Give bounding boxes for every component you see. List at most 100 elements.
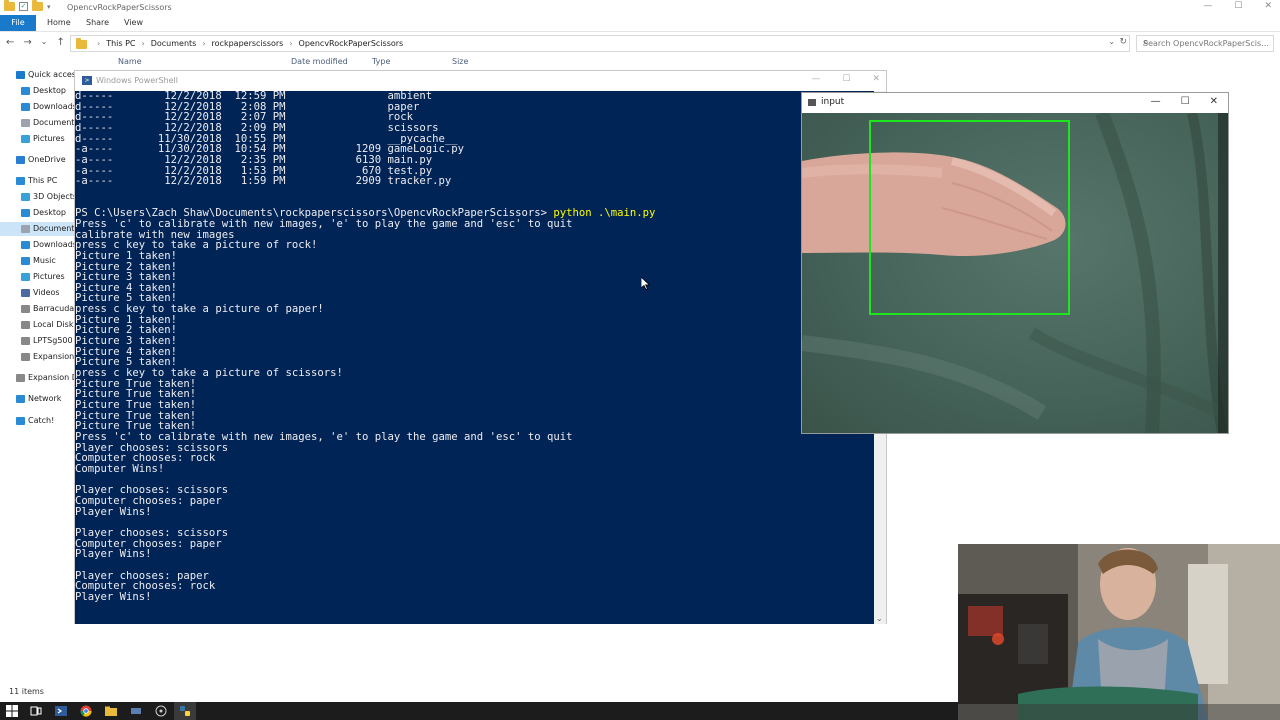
sidebar-item-documents[interactable]: Documents xyxy=(0,222,76,236)
star-icon xyxy=(16,71,25,79)
minimize-button[interactable]: — xyxy=(1203,1,1212,11)
sidebar-item-pictures[interactable]: Pictures xyxy=(0,270,76,284)
column-date-modified[interactable]: Date modified xyxy=(291,57,348,66)
column-type[interactable]: Type xyxy=(372,57,390,66)
windows-start-icon[interactable] xyxy=(6,705,18,717)
new-folder-icon[interactable] xyxy=(32,0,43,11)
file-explorer-icon[interactable] xyxy=(105,705,117,717)
sidebar-item-music[interactable]: Music xyxy=(0,254,76,268)
column-size[interactable]: Size xyxy=(452,57,468,66)
obs-icon[interactable] xyxy=(155,705,167,717)
search-icon[interactable]: ⌕ xyxy=(1143,37,1269,48)
close-button[interactable]: ✕ xyxy=(872,74,880,84)
maximize-button[interactable]: ☐ xyxy=(1234,1,1242,11)
sidebar-item-network[interactable]: Network xyxy=(0,392,76,406)
sidebar-item-3d-objects[interactable]: 3D Objects xyxy=(0,190,76,204)
sidebar-item-barracuda[interactable]: Barracuda xyxy=(0,302,76,316)
drive-icon xyxy=(16,374,25,382)
sidebar-item-downloads[interactable]: Downloads xyxy=(0,100,76,114)
network-icon xyxy=(16,395,25,403)
pictures-icon xyxy=(21,273,30,281)
explorer-titlebar: ✓ ▾ OpencvRockPaperScissors — ☐ ✕ xyxy=(0,0,1280,15)
sidebar-item-label: Downloads xyxy=(33,102,76,111)
powershell-window-controls: — ☐ ✕ xyxy=(811,74,880,84)
taskbar xyxy=(0,702,958,720)
sidebar-item-catch[interactable]: Catch! xyxy=(0,414,76,428)
videos-icon xyxy=(21,289,30,297)
scroll-down-arrow-icon[interactable]: ⌄ xyxy=(876,614,883,623)
sidebar-item-expansion-d[interactable]: Expansion D xyxy=(0,371,76,385)
close-button[interactable]: ✕ xyxy=(1264,1,1272,11)
sidebar-item-local-disk[interactable]: Local Disk xyxy=(0,318,76,332)
drive-icon xyxy=(21,321,30,329)
tab-home[interactable]: Home xyxy=(47,15,71,31)
maximize-button[interactable]: ☐ xyxy=(1181,96,1190,107)
properties-icon[interactable]: ✓ xyxy=(19,2,28,11)
address-dropdown-icon[interactable]: ⌄ xyxy=(1108,37,1115,46)
drive-icon xyxy=(21,337,30,345)
python-icon[interactable] xyxy=(179,705,191,717)
sidebar-item-desktop[interactable]: Desktop xyxy=(0,206,76,220)
minimize-button[interactable]: — xyxy=(811,74,820,84)
back-arrow-icon[interactable]: ← xyxy=(6,37,14,48)
input-titlebar: input — ☐ ✕ xyxy=(802,93,1228,113)
sidebar-item-label: Pictures xyxy=(33,272,65,281)
sidebar-item-pictures[interactable]: Pictures xyxy=(0,132,76,146)
sidebar-item-this-pc[interactable]: This PC xyxy=(0,174,76,188)
chrome-icon[interactable] xyxy=(80,705,92,717)
sidebar-item-label: Desktop xyxy=(33,86,66,95)
maximize-button[interactable]: ☐ xyxy=(842,74,850,84)
webcam-overlay xyxy=(958,544,1280,720)
refresh-icon[interactable]: ↻ xyxy=(1119,37,1127,47)
breadcrumb-this-pc[interactable]: This PC xyxy=(106,39,135,48)
pictures-icon xyxy=(21,135,30,143)
powershell-icon[interactable] xyxy=(55,705,67,717)
powershell-console[interactable]: d----- 12/2/2018 12:59 PM ambient d----- … xyxy=(75,91,874,624)
sidebar-item-lptsg500[interactable]: LPTSg500 ( xyxy=(0,334,76,348)
breadcrumb-opencvrockpaperscissors[interactable]: OpencvRockPaperScissors xyxy=(299,39,404,48)
forward-arrow-icon[interactable]: → xyxy=(23,37,31,48)
sidebar-item-onedrive[interactable]: OneDrive xyxy=(0,153,76,167)
breadcrumb-sep-icon: › xyxy=(289,39,293,48)
input-window-controls: — ☐ ✕ xyxy=(1151,96,1218,107)
sidebar-item-documents[interactable]: Documents xyxy=(0,116,76,130)
customize-qat-icon[interactable]: ▾ xyxy=(47,3,51,11)
tab-file[interactable]: File xyxy=(0,15,36,31)
address-row: ← → ⌄ ↑ › This PC › Documents › rockpape… xyxy=(0,33,1280,53)
breadcrumb-rockpaperscissors[interactable]: rockpaperscissors xyxy=(212,39,284,48)
tab-view[interactable]: View xyxy=(124,15,143,31)
up-arrow-icon[interactable]: ↑ xyxy=(56,37,64,48)
documents-icon xyxy=(21,119,30,127)
ribbon-tabs: File Home Share View xyxy=(0,15,1280,32)
detection-roi-box xyxy=(869,120,1070,315)
column-name[interactable]: Name xyxy=(118,57,142,66)
sidebar-item-label: Catch! xyxy=(28,416,55,425)
search-input[interactable]: Search OpencvRockPaperScis... ⌕ xyxy=(1136,35,1274,52)
sidebar-item-label: Network xyxy=(28,394,62,403)
terminal-icon[interactable] xyxy=(130,705,142,717)
sidebar-item-label: Local Disk xyxy=(33,320,74,329)
tab-share[interactable]: Share xyxy=(86,15,109,31)
explorer-window-controls: — ☐ ✕ xyxy=(1203,1,1272,11)
close-button[interactable]: ✕ xyxy=(1210,96,1218,107)
sidebar-item-videos[interactable]: Videos xyxy=(0,286,76,300)
sidebar-item-label: Documents xyxy=(33,224,76,233)
sidebar-item-label: Music xyxy=(33,256,56,265)
task-view-icon[interactable] xyxy=(30,705,42,717)
cloud-icon xyxy=(16,156,25,164)
breadcrumb-documents[interactable]: Documents xyxy=(151,39,197,48)
sidebar-item-desktop[interactable]: Desktop xyxy=(0,84,76,98)
recent-locations-icon[interactable]: ⌄ xyxy=(41,37,48,48)
minimize-button[interactable]: — xyxy=(1151,96,1161,107)
explorer-title: OpencvRockPaperScissors xyxy=(67,3,172,12)
sidebar-item-downloads[interactable]: Downloads xyxy=(0,238,76,252)
sidebar-item-expansion[interactable]: Expansion xyxy=(0,350,76,364)
sidebar-item-quick-access[interactable]: Quick access xyxy=(0,68,76,82)
column-headers: Name Date modified Type Size xyxy=(108,57,528,70)
address-bar[interactable]: › This PC › Documents › rockpaperscissor… xyxy=(70,35,1130,52)
folder-icon[interactable] xyxy=(4,0,15,11)
input-window: input — ☐ ✕ xyxy=(801,92,1229,434)
music-icon xyxy=(21,257,30,265)
powershell-window: > Windows PowerShell — ☐ ✕ d----- 12/2/2… xyxy=(74,70,887,624)
